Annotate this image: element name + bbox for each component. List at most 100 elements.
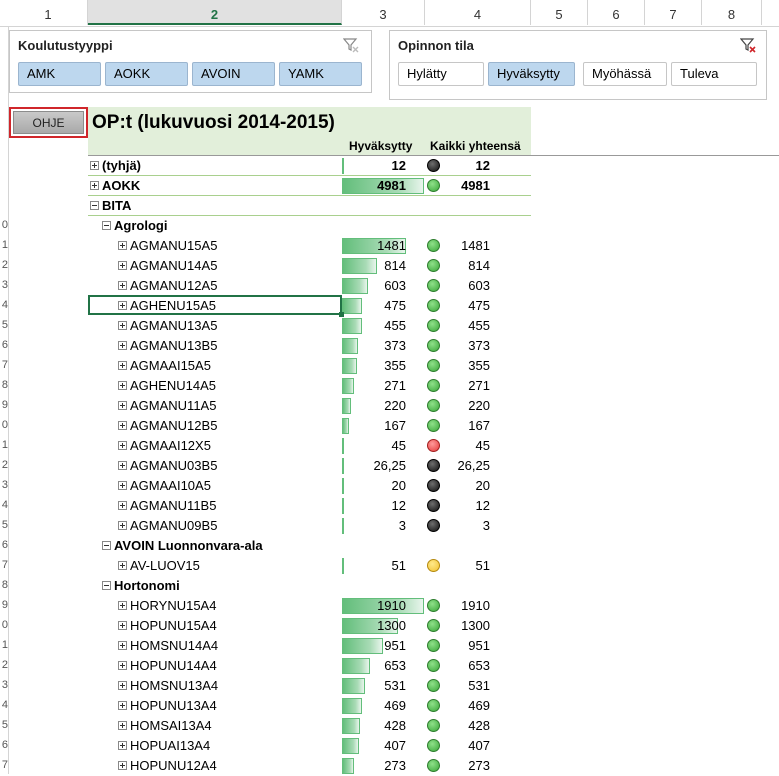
collapse-icon[interactable] <box>102 221 111 231</box>
pivot-row[interactable]: AGMANU09B5 3 3 <box>88 516 531 536</box>
pivot-row[interactable]: AGMANU11B5 12 12 <box>88 496 531 516</box>
expand-icon[interactable] <box>118 681 127 691</box>
pivot-row[interactable]: AGMAAI10A5 20 20 <box>88 476 531 496</box>
row-header[interactable]: 1 <box>0 239 8 251</box>
expand-icon[interactable] <box>118 601 127 611</box>
expand-icon[interactable] <box>118 661 127 671</box>
pivot-row[interactable]: AGHENU14A5 271 271 <box>88 376 531 396</box>
pivot-row[interactable]: Agrologi <box>88 216 531 236</box>
column-header-4[interactable]: 4 <box>425 0 531 25</box>
column-header-3[interactable]: 3 <box>342 0 425 25</box>
expand-icon[interactable] <box>118 341 127 351</box>
pivot-row[interactable]: HOMSAI13A4 428 428 <box>88 716 531 736</box>
clear-filter-icon[interactable] <box>343 37 359 53</box>
column-header-5[interactable]: 5 <box>531 0 588 25</box>
row-header[interactable]: 1 <box>0 439 8 451</box>
column-header-2[interactable]: 2 <box>88 0 342 25</box>
expand-icon[interactable] <box>118 701 127 711</box>
pivot-row[interactable]: HOPUAI13A4 407 407 <box>88 736 531 756</box>
row-header[interactable]: 3 <box>0 679 8 691</box>
row-header[interactable]: 2 <box>0 459 8 471</box>
row-header[interactable]: 3 <box>0 279 8 291</box>
row-header[interactable]: 6 <box>0 539 8 551</box>
pivot-row[interactable]: Hortonomi <box>88 576 531 596</box>
expand-icon[interactable] <box>118 281 127 291</box>
pivot-row[interactable]: AV-LUOV15 51 51 <box>88 556 531 576</box>
slicer-item-hylätty[interactable]: Hylätty <box>398 62 484 86</box>
expand-icon[interactable] <box>118 741 127 751</box>
pivot-row[interactable]: HOPUNU12A4 273 273 <box>88 756 531 776</box>
row-header[interactable]: 9 <box>0 399 8 411</box>
column-header-total[interactable]: Kaikki yhteensä <box>430 139 521 153</box>
row-header[interactable]: 7 <box>0 559 8 571</box>
row-header[interactable]: 5 <box>0 319 8 331</box>
expand-icon[interactable] <box>118 521 127 531</box>
expand-icon[interactable] <box>118 441 127 451</box>
slicer-item-aokk[interactable]: AOKK <box>105 62 188 86</box>
expand-icon[interactable] <box>118 481 127 491</box>
pivot-row[interactable]: AGMANU11A5 220 220 <box>88 396 531 416</box>
expand-icon[interactable] <box>118 321 127 331</box>
pivot-row[interactable]: HOMSNU14A4 951 951 <box>88 636 531 656</box>
row-header[interactable]: 4 <box>0 499 8 511</box>
pivot-row[interactable]: AGMAAI15A5 355 355 <box>88 356 531 376</box>
row-header[interactable]: 0 <box>0 219 8 231</box>
expand-icon[interactable] <box>118 241 127 251</box>
row-header[interactable]: 6 <box>0 339 8 351</box>
row-header[interactable]: 3 <box>0 479 8 491</box>
fill-handle[interactable] <box>339 312 344 317</box>
row-header[interactable]: 0 <box>0 419 8 431</box>
pivot-row[interactable]: AGMANU03B5 26,25 26,25 <box>88 456 531 476</box>
pivot-row[interactable]: (tyhjä) 12 12 <box>88 156 531 176</box>
row-header[interactable]: 6 <box>0 739 8 751</box>
row-header[interactable]: 1 <box>0 639 8 651</box>
pivot-row[interactable]: AGMANU12A5 603 603 <box>88 276 531 296</box>
row-header[interactable]: 7 <box>0 759 8 771</box>
pivot-row[interactable]: BITA <box>88 196 531 216</box>
expand-icon[interactable] <box>118 401 127 411</box>
active-cell-selection[interactable] <box>88 295 342 315</box>
slicer-item-hyväksytty[interactable]: Hyväksytty <box>488 62 575 86</box>
row-header[interactable]: 2 <box>0 659 8 671</box>
pivot-row[interactable]: AGMANU14A5 814 814 <box>88 256 531 276</box>
row-header[interactable]: 8 <box>0 379 8 391</box>
expand-icon[interactable] <box>90 181 99 191</box>
row-header[interactable]: 4 <box>0 299 8 311</box>
slicer-item-amk[interactable]: AMK <box>18 62 101 86</box>
pivot-row[interactable]: HOPUNU14A4 653 653 <box>88 656 531 676</box>
collapse-icon[interactable] <box>102 541 111 551</box>
row-header[interactable]: 0 <box>0 619 8 631</box>
ohje-button[interactable]: OHJE <box>9 107 88 138</box>
pivot-row[interactable]: HOPUNU15A4 1300 1300 <box>88 616 531 636</box>
slicer-item-avoin[interactable]: AVOIN <box>192 62 275 86</box>
slicer-item-yamk[interactable]: YAMK <box>279 62 362 86</box>
pivot-row[interactable]: AGMAAI12X5 45 45 <box>88 436 531 456</box>
expand-icon[interactable] <box>118 421 127 431</box>
pivot-row[interactable]: HOMSNU13A4 531 531 <box>88 676 531 696</box>
pivot-row[interactable]: AGMANU13A5 455 455 <box>88 316 531 336</box>
collapse-icon[interactable] <box>90 201 99 211</box>
collapse-icon[interactable] <box>102 581 111 591</box>
pivot-row[interactable]: AGMANU13B5 373 373 <box>88 336 531 356</box>
expand-icon[interactable] <box>118 461 127 471</box>
expand-icon[interactable] <box>118 621 127 631</box>
row-header[interactable]: 5 <box>0 719 8 731</box>
column-header-6[interactable]: 6 <box>588 0 645 25</box>
expand-icon[interactable] <box>118 641 127 651</box>
clear-filter-icon[interactable] <box>740 37 756 53</box>
expand-icon[interactable] <box>118 361 127 371</box>
row-header[interactable]: 2 <box>0 259 8 271</box>
column-header-1[interactable]: 1 <box>9 0 88 25</box>
pivot-row[interactable]: AOKK 4981 4981 <box>88 176 531 196</box>
expand-icon[interactable] <box>118 381 127 391</box>
pivot-row[interactable]: AGMANU15A5 1481 1481 <box>88 236 531 256</box>
pivot-row[interactable]: AGMANU12B5 167 167 <box>88 416 531 436</box>
expand-icon[interactable] <box>118 761 127 771</box>
slicer-item-tuleva[interactable]: Tuleva <box>671 62 757 86</box>
expand-icon[interactable] <box>90 161 99 171</box>
column-header-hyvaksytty[interactable]: Hyväksytty <box>349 139 412 153</box>
column-header-8[interactable]: 8 <box>702 0 762 25</box>
expand-icon[interactable] <box>118 721 127 731</box>
expand-icon[interactable] <box>118 261 127 271</box>
pivot-row[interactable]: HOPUNU13A4 469 469 <box>88 696 531 716</box>
